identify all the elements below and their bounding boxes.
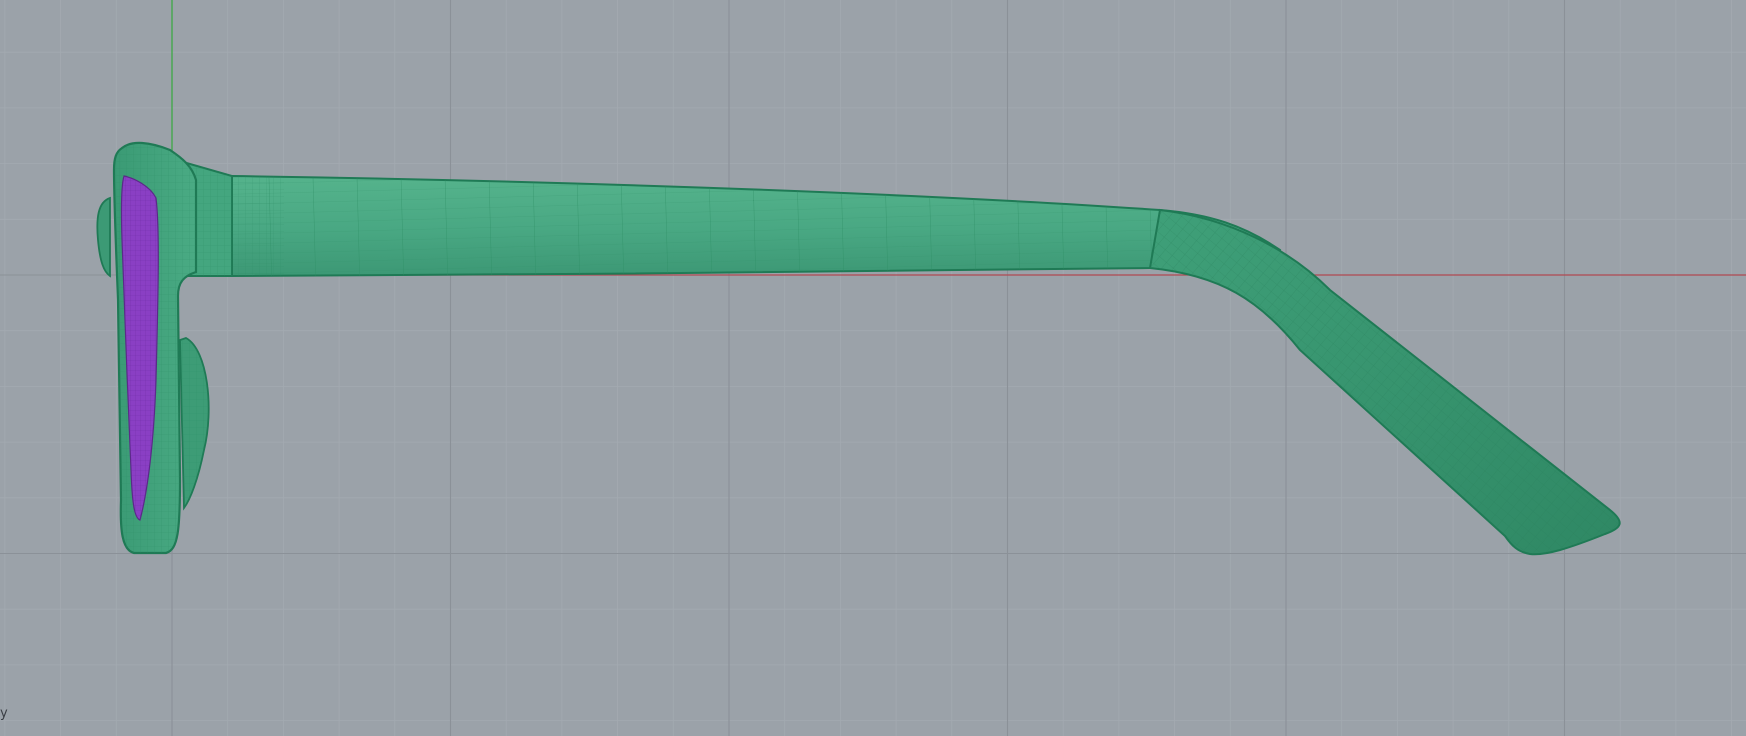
sunglasses-model[interactable]: [96, 141, 1621, 556]
temple-hinge-mesh: [232, 176, 284, 276]
front-rim-bump[interactable]: [96, 196, 111, 278]
grid-minor-lines: [0, 0, 1746, 736]
nose-pad-mesh: [180, 338, 209, 508]
corner-axis-label: y: [0, 706, 8, 721]
grid-major-lines: [0, 0, 1746, 736]
right-viewport[interactable]: y: [0, 0, 1746, 736]
temple-tip-mesh: [1150, 210, 1620, 555]
viewport-canvas[interactable]: [0, 0, 1746, 736]
temple-arm-mesh: [232, 176, 1280, 282]
